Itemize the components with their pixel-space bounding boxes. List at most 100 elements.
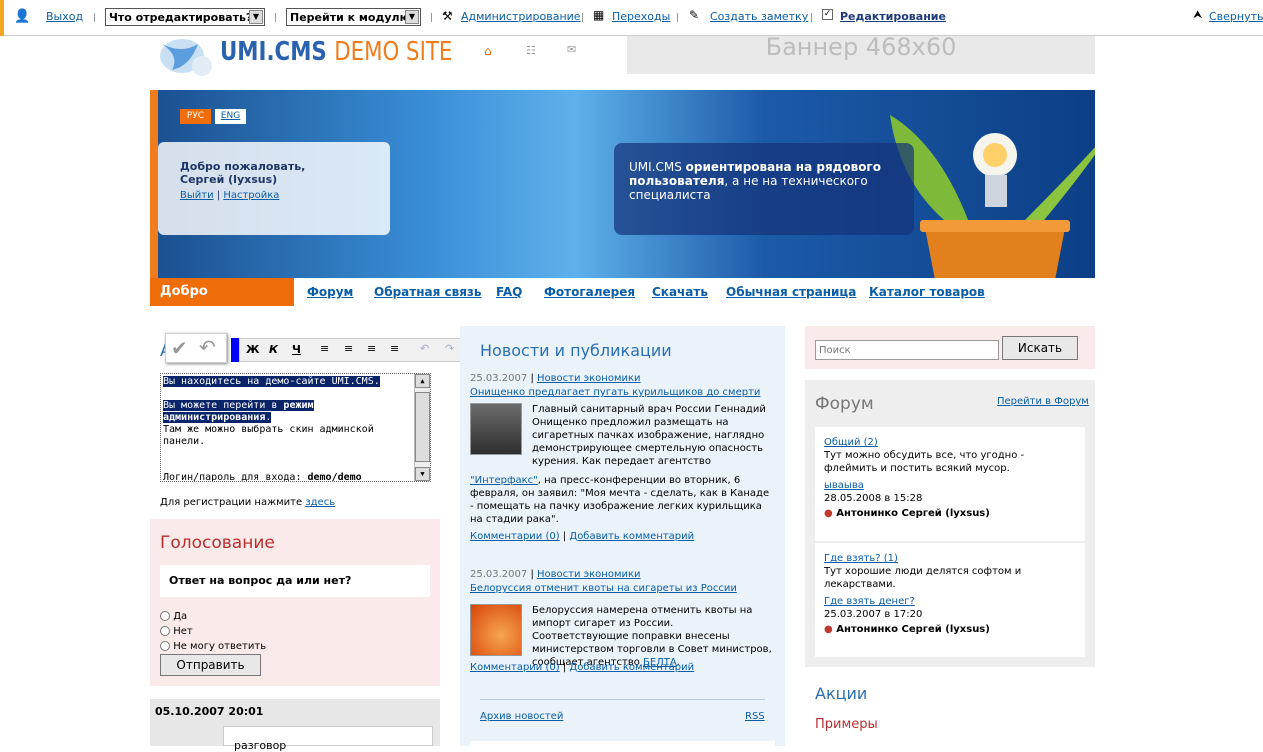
sitemap-icon[interactable]: ☷ — [526, 44, 536, 57]
forum-topic: Общий (2) Тут можно обсудить все, что уг… — [815, 427, 1085, 541]
edit-select[interactable]: Что отредактировать? ▼ — [105, 8, 265, 26]
editable-text-area[interactable]: Вы находитесь на демо-сайте UMI.CMS. Вы … — [160, 373, 431, 482]
admin-link[interactable]: Администрирование — [461, 10, 581, 26]
news-item: 25.03.2007 | Новости экономики Белорусси… — [470, 569, 737, 594]
menu-item-faq[interactable]: FAQ — [496, 285, 522, 299]
editor-marker — [231, 338, 239, 362]
interfax-link[interactable]: "Интерфакс" — [470, 475, 538, 486]
separator — [677, 13, 678, 22]
separator — [431, 13, 432, 22]
menu-item-gallery[interactable]: Фотогалерея — [544, 285, 635, 299]
home-icon[interactable]: ⌂ — [484, 44, 492, 58]
poll-submit-button[interactable]: Отправить — [160, 654, 261, 676]
align-center-icon[interactable]: ≡ — [344, 342, 353, 355]
settings-link[interactable]: Настройка — [223, 190, 279, 201]
collapse-link[interactable]: Свернуть — [1209, 10, 1263, 26]
undo-icon[interactable]: ↶ — [420, 342, 429, 355]
search-button[interactable]: Искать — [1002, 336, 1078, 360]
lightbulb-plant-illustration — [890, 115, 1095, 278]
welcome-greeting: Добро пожаловать, — [180, 160, 306, 173]
user-icon: 👤 — [14, 9, 31, 24]
add-comment-link[interactable]: Добавить комментарий — [569, 662, 694, 673]
forum-last-post-link[interactable]: ываыва — [824, 480, 864, 491]
module-select[interactable]: Перейти к модулю ▼ — [286, 8, 421, 26]
align-left-icon[interactable]: ≡ — [320, 342, 329, 355]
editor-line-1: Вы находитесь на демо-сайте UMI.CMS. — [163, 376, 380, 387]
forum-title: Форум — [815, 394, 874, 414]
news-thumbnail-cigarette[interactable] — [470, 604, 522, 656]
news-headline-link[interactable]: Белоруссия отменит квоты на сигареты из … — [470, 583, 737, 594]
checkbox-icon[interactable]: ✓ — [822, 9, 833, 20]
poll-title: Голосование — [160, 533, 275, 553]
align-right-icon[interactable]: ≡ — [367, 342, 376, 355]
editor-line-2: Вы можете перейти в режим администрирова… — [163, 400, 314, 423]
news-body-2: Белоруссия намерена отменить квоты на им… — [532, 605, 772, 668]
admin-toolbar: 👤 Выход Что отредактировать? ▼ Перейти к … — [0, 0, 1263, 36]
rss-link[interactable]: RSS — [745, 711, 765, 722]
poll-option[interactable]: Не могу ответить — [160, 639, 266, 654]
news-date: 25.03.2007 — [470, 569, 528, 580]
goto-forum-link[interactable]: Перейти в Форум — [997, 396, 1089, 407]
news-title: Новости и публикации — [480, 341, 672, 360]
lang-ru[interactable]: РУС — [180, 109, 211, 124]
hero-accent-stripe — [150, 90, 158, 278]
banner-placeholder[interactable]: Баннер 468x60 — [627, 35, 1095, 74]
comments-link[interactable]: Комментарии (0) — [470, 531, 560, 542]
undo-arrow-icon[interactable]: ↶ — [199, 335, 216, 359]
collapse-arrow-icon: ⮝ — [1193, 8, 1203, 21]
poll-option[interactable]: Нет — [160, 624, 266, 639]
bold-button[interactable]: Ж — [246, 343, 259, 356]
menu-item-download[interactable]: Скачать — [652, 285, 708, 299]
separator — [94, 13, 95, 22]
create-note-link[interactable]: Создать заметку — [710, 10, 808, 26]
forum-topic-link[interactable]: Где взять? (1) — [824, 553, 898, 564]
editor-line-3: Там же можно выбрать скин админской пане… — [163, 424, 374, 447]
menu-item-page[interactable]: Обычная страница — [726, 285, 856, 299]
tools-icon: ⚒ — [442, 9, 453, 23]
apply-check-icon[interactable]: ✔ — [171, 336, 188, 360]
poll-option[interactable]: Да — [160, 609, 266, 624]
promo-title: Акции — [815, 684, 868, 703]
register-link[interactable]: здесь — [305, 497, 335, 508]
forum-author: Антонинко Сергей (lyxsus) — [836, 508, 990, 519]
registration-text: Для регистрации нажмите здесь — [160, 497, 336, 508]
news-body-1: . — [470, 420, 770, 433]
news-actions: Комментарии (0) | Добавить комментарий — [470, 531, 695, 542]
menu-item-catalog[interactable]: Каталог товаров — [869, 285, 985, 299]
logo-text: UMI.CMS DEMO SITE — [220, 37, 453, 67]
menu-item-welcome[interactable]: Добро пожаловать — [150, 278, 294, 327]
editor-line-4: Логин/пароль для входа: demo/demo — [163, 472, 362, 482]
underline-button[interactable]: Ч — [292, 343, 301, 356]
forum-last-post-link[interactable]: Где взять денег? — [824, 596, 915, 607]
italic-button[interactable]: К — [269, 343, 278, 356]
menu-item-forum[interactable]: Форум — [307, 285, 353, 299]
user-icon: ● — [824, 508, 833, 519]
logout-link[interactable]: Выход — [46, 10, 83, 26]
forum-topic-link[interactable]: Общий (2) — [824, 437, 878, 448]
redo-icon[interactable]: ↷ — [445, 342, 454, 355]
news-category-link[interactable]: Новости экономики — [537, 373, 641, 384]
align-justify-icon[interactable]: ≡ — [390, 342, 399, 355]
search-input[interactable] — [815, 340, 999, 360]
separator — [582, 13, 583, 22]
editor-scrollbar[interactable]: ▲ ▼ — [414, 374, 430, 481]
forum-author: Антонинко Сергей (lyxsus) — [836, 624, 990, 635]
logo-butterfly-icon[interactable] — [150, 36, 220, 78]
promo-item-link[interactable]: Примеры — [815, 717, 878, 732]
news-archive-link[interactable]: Архив новостей — [480, 711, 563, 722]
add-comment-link[interactable]: Добавить комментарий — [569, 531, 694, 542]
comments-link[interactable]: Комментарии (0) — [470, 662, 560, 673]
logout-user-link[interactable]: Выйти — [180, 190, 214, 201]
mail-icon[interactable]: ✉ — [567, 43, 576, 56]
news-panel: Новости и публикации 25.03.2007 | Новост… — [460, 326, 785, 746]
slogan-brand: UMI.CMS — [629, 160, 682, 174]
news-headline-link[interactable]: Онищенко предлагает пугать курильщиков д… — [470, 387, 760, 398]
separator — [275, 13, 276, 22]
transitions-link[interactable]: Переходы — [612, 10, 670, 26]
poll-options: Да Нет Не могу ответить — [160, 609, 266, 654]
menu-item-feedback[interactable]: Обратная связь — [374, 285, 481, 299]
forum-last-date: 28.05.2008 в 15:28 — [824, 493, 923, 504]
lang-en[interactable]: ENG — [215, 109, 246, 124]
editing-link[interactable]: Редактирование — [840, 10, 946, 26]
news-category-link[interactable]: Новости экономики — [537, 569, 641, 580]
